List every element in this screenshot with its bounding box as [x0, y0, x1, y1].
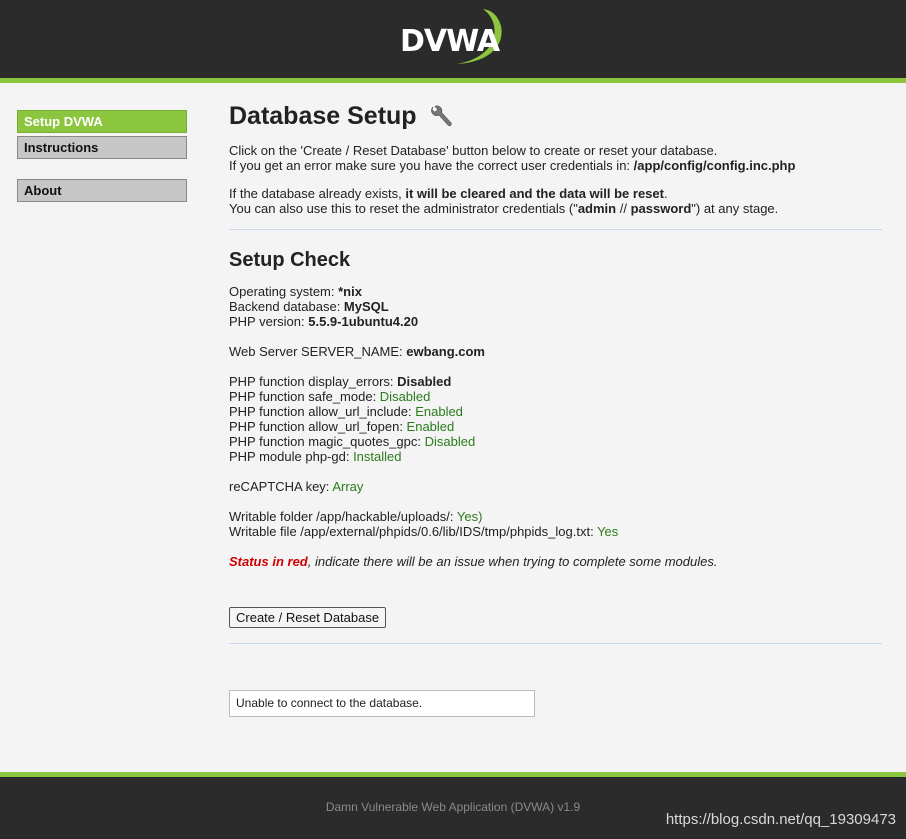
intro-line-3: If the database already exists, it will …	[229, 186, 668, 201]
phpids-log-line: Writable file /app/external/phpids/0.6/l…	[229, 524, 619, 539]
watermark-text: https://blog.csdn.net/qq_19309473	[665, 811, 896, 828]
header: DVWA	[0, 0, 906, 78]
header-stripe	[0, 78, 906, 83]
sidebar-item-instructions[interactable]: Instructions	[17, 136, 187, 159]
uploads-folder-line: Writable folder /app/hackable/uploads/: …	[229, 509, 483, 524]
php-version-line: PHP version: 5.5.9-1ubuntu4.20	[229, 314, 419, 329]
error-message-box: Unable to connect to the database.	[229, 690, 535, 717]
dvwa-logo[interactable]: DVWA	[397, 6, 509, 70]
php-gd-line: PHP module php-gd: Installed	[229, 449, 402, 464]
status-note: Status in red, indicate there will be an…	[229, 554, 718, 569]
os-line: Operating system: *nix	[229, 284, 362, 299]
main-content: Database Setup Click on the 'Create / Re…	[229, 100, 882, 717]
url-fopen-line: PHP function allow_url_fopen: Enabled	[229, 419, 455, 434]
recaptcha-line: reCAPTCHA key: Array	[229, 479, 364, 494]
wrench-icon	[431, 105, 452, 127]
status-red-label: Status in red	[229, 554, 308, 569]
intro-line-4: You can also use this to reset the admin…	[229, 201, 779, 216]
create-reset-database-button[interactable]: Create / Reset Database	[229, 607, 387, 628]
sidebar-menu: Setup DVWA Instructions About	[17, 110, 187, 202]
db-line: Backend database: MySQL	[229, 299, 389, 314]
sidebar-item-about[interactable]: About	[17, 179, 187, 202]
config-path: /app/config/config.inc.php	[633, 158, 796, 173]
server-name-line: Web Server SERVER_NAME: ewbang.com	[229, 344, 485, 359]
footer: Damn Vulnerable Web Application (DVWA) v…	[0, 777, 906, 839]
display-errors-line: PHP function display_errors: Disabled	[229, 374, 452, 389]
intro-line-2: If you get an error make sure you have t…	[229, 158, 796, 173]
menu-spacer	[17, 159, 187, 179]
page-title: Database Setup	[229, 102, 417, 130]
logo-text: DVWA	[400, 24, 500, 59]
url-include-line: PHP function allow_url_include: Enabled	[229, 404, 463, 419]
magic-quotes-line: PHP function magic_quotes_gpc: Disabled	[229, 434, 476, 449]
sidebar-item-setup-dvwa[interactable]: Setup DVWA	[17, 110, 187, 133]
setup-check-heading: Setup Check	[229, 249, 351, 271]
safe-mode-line: PHP function safe_mode: Disabled	[229, 389, 431, 404]
title-row: Database Setup	[229, 100, 882, 133]
intro-line-1: Click on the 'Create / Reset Database' b…	[229, 143, 718, 158]
